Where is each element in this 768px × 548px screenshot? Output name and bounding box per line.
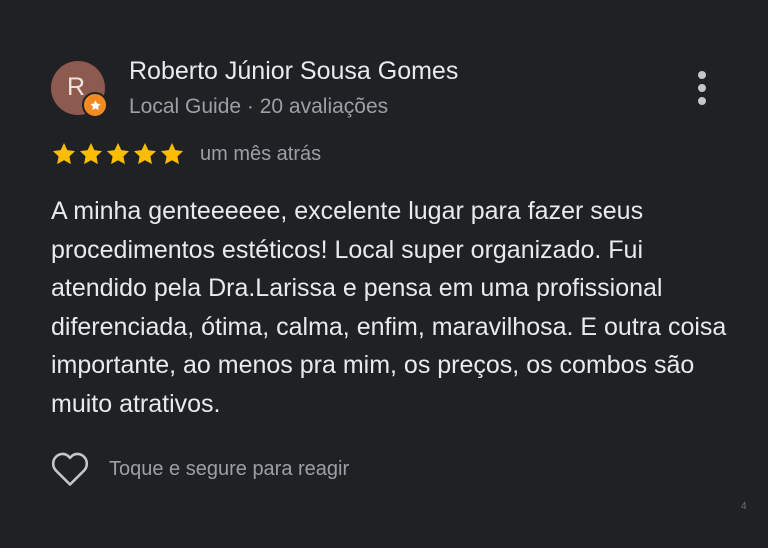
review-text: A minha genteeeeee, excelente lugar para… bbox=[51, 197, 727, 418]
star-rating bbox=[51, 141, 185, 167]
avatar-initial: R bbox=[66, 72, 86, 101]
local-guide-badge-icon bbox=[82, 92, 108, 118]
react-label: Toque e segure para reagir bbox=[109, 458, 350, 480]
more-vert-icon-dot bbox=[698, 97, 706, 105]
author-name[interactable]: Roberto Júnior Sousa Gomes bbox=[129, 55, 458, 87]
star-icon bbox=[52, 142, 76, 165]
heart-outline-icon bbox=[51, 452, 89, 486]
star-icon bbox=[79, 142, 103, 165]
star-icon bbox=[160, 142, 184, 165]
author-meta: Local Guide · 20 avaliações bbox=[129, 95, 389, 118]
star-icon bbox=[89, 99, 101, 110]
review-card: R Roberto Júnior Sousa Gomes Local Guide… bbox=[0, 0, 768, 548]
star-icon bbox=[106, 142, 130, 165]
page-marker: 4 bbox=[741, 501, 747, 512]
more-options-button[interactable] bbox=[686, 66, 718, 110]
react-button[interactable]: Toque e segure para reagir bbox=[50, 449, 349, 489]
rating-row: um mês atrás bbox=[51, 140, 321, 168]
more-vert-icon bbox=[698, 71, 706, 79]
more-vert-icon-dot bbox=[698, 84, 706, 92]
star-icon bbox=[133, 142, 157, 165]
review-date: um mês atrás bbox=[200, 143, 322, 165]
